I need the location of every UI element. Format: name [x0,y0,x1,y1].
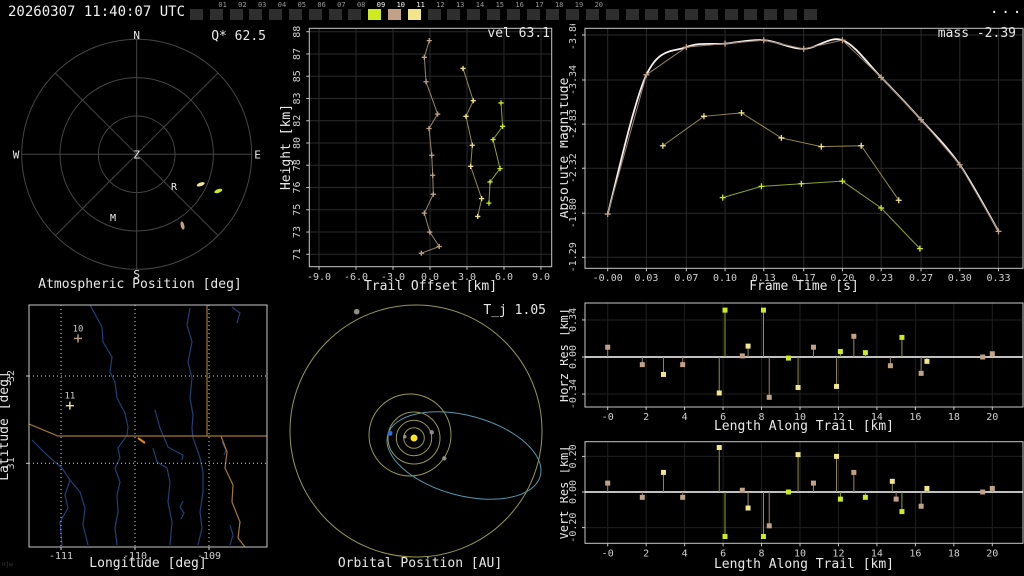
mass-stat: mass -2.39 [937,26,1016,41]
magnitude-plot: -0.00 0.03 0.07 0.10 0.13 0.17 0.20 0.23 0.27 0.3… [560,24,1024,284]
svg-text:71: 71 [292,248,303,260]
camera-slot[interactable] [605,1,620,22]
vert-res-xlabel: Length Along Trail [km] [713,557,894,572]
camera-slot-17[interactable]: 17 [526,1,544,22]
camera-slot[interactable] [724,1,739,22]
camera-slot-04[interactable]: 04 [269,1,286,22]
camera-slot-06[interactable]: 06 [308,1,326,22]
camera-slot-12[interactable]: 12 [427,1,445,22]
map-xlabel: Longitude [deg] [89,556,207,571]
camera-slot-19[interactable]: 19 [566,1,583,22]
camera-slot-15[interactable]: 15 [487,1,504,22]
svg-text:R: R [171,182,178,193]
svg-text:E: E [254,148,261,161]
camera-slot-14[interactable]: 14 [467,1,484,22]
atmospheric-title: Atmospheric Position [deg] [38,277,242,292]
trail-offset-plot: -9.0 -6.0 -3.0 0.0 3.0 6.0 9.08887858382807876… [280,26,553,283]
svg-text:Z: Z [133,148,140,161]
camera-slot[interactable] [744,1,758,22]
camera-slot[interactable] [685,1,699,22]
camera-slot-01[interactable]: 01 [209,1,227,22]
camera-slot[interactable] [784,1,798,22]
svg-text:88: 88 [292,26,303,38]
orbital-title: Orbital Position [AU] [337,556,503,571]
camera-slot[interactable] [645,1,659,22]
header-bar: 20260307 11:40:07 UTC 01 02 03 04 05 06 07 08 09… [0,0,1024,24]
q-stat: Q* 62.5 [211,29,266,44]
camera-slot-07[interactable]: 07 [328,1,346,22]
overflow-menu-button[interactable]: ... [990,1,1024,17]
panel-ground-map: -111 -110 -109 32 31 Latitude [deg] 10 11 Longi… [0,295,280,576]
svg-text:11: 11 [64,392,75,402]
velocity-stat: vel 63.1 [487,26,550,41]
svg-text:Horz Res [km]: Horz Res [km] [560,308,571,402]
camera-slot-05[interactable]: 05 [289,1,306,22]
camera-slot[interactable] [665,1,679,22]
svg-text:85: 85 [292,70,303,82]
svg-text:87: 87 [292,48,303,60]
svg-text:-3.86: -3.86 [568,24,579,50]
camera-slot-16[interactable]: 16 [506,1,524,22]
tisserand-stat: T_j 1.05 [483,303,546,318]
magnitude-xlabel: Frame Time [s] [749,279,859,294]
svg-text:Absolute Magnitude: Absolute Magnitude [560,77,572,218]
camera-slot-11[interactable]: 11 [407,1,425,22]
panel-light-curve: -0.00 0.03 0.07 0.10 0.13 0.17 0.20 0.23 0.27 0.3… [560,24,1024,295]
panel-atmospheric-position: NSWEZRM Q* 62.5 Atmospheric Position [de… [0,24,280,295]
camera-slot-08[interactable]: 08 [348,1,365,22]
camera-slot-13[interactable]: 13 [447,1,464,22]
residuals-plot: -0 2 4 6 8 10 12 14 16 18 200.340.00-0.34Horz Res … [560,302,1024,559]
camera-slot-strip: 01 02 03 04 05 06 07 08 09 10 11 12 13 14 15 16 17 18 19 20 [190,1,840,23]
camera-slot[interactable] [764,1,778,22]
svg-text:73: 73 [292,226,303,238]
ground-map-plot: -111 -110 -1093231Latitude [deg]1011 [0,304,268,562]
camera-slot[interactable] [190,1,204,22]
camera-slot-03[interactable]: 03 [249,1,266,22]
orbital-position-plot [289,304,543,558]
svg-text:M: M [110,213,116,224]
svg-text:83: 83 [292,92,303,104]
camera-slot[interactable] [803,1,818,22]
svg-text:Vert Res [km]: Vert Res [km] [560,446,571,540]
horz-res-xlabel: Length Along Trail [km] [713,419,894,434]
trail-xlabel: Trail Offset [km] [363,279,498,294]
camera-slot[interactable] [625,1,640,22]
camera-slot-18[interactable]: 18 [546,1,563,22]
svg-text:75: 75 [292,204,303,216]
svg-text:-1.29: -1.29 [568,242,579,272]
camera-slot-20[interactable]: 20 [586,1,603,22]
camera-slot-10[interactable]: 10 [388,1,405,22]
timestamp-text: 20260307 11:40:07 UTC [8,4,186,20]
camera-slot-02[interactable]: 02 [229,1,247,22]
svg-text:Latitude [deg]: Latitude [deg] [0,371,12,481]
svg-text:N: N [133,29,140,42]
panel-residuals: -0 2 4 6 8 10 12 14 16 18 20 0.34 0.00 -0.34 Horz Res … [560,295,1024,576]
svg-text:Height [km]: Height [km] [280,104,294,190]
svg-text:W: W [13,148,20,161]
camera-slot[interactable] [704,1,719,22]
panel-trail-offset: -9.0 -6.0 -3.0 0.0 3.0 6.0 9.0 88 87 85 83 82 80 78 76… [280,24,560,295]
watermark: njw [2,561,13,568]
camera-slot-09[interactable]: 09 [368,1,385,22]
svg-text:10: 10 [73,324,84,334]
atmospheric-position-plot: NSW EZRM [13,29,261,281]
panel-orbital-position: T_j 1.05 Orbital Position [AU] [280,295,560,576]
